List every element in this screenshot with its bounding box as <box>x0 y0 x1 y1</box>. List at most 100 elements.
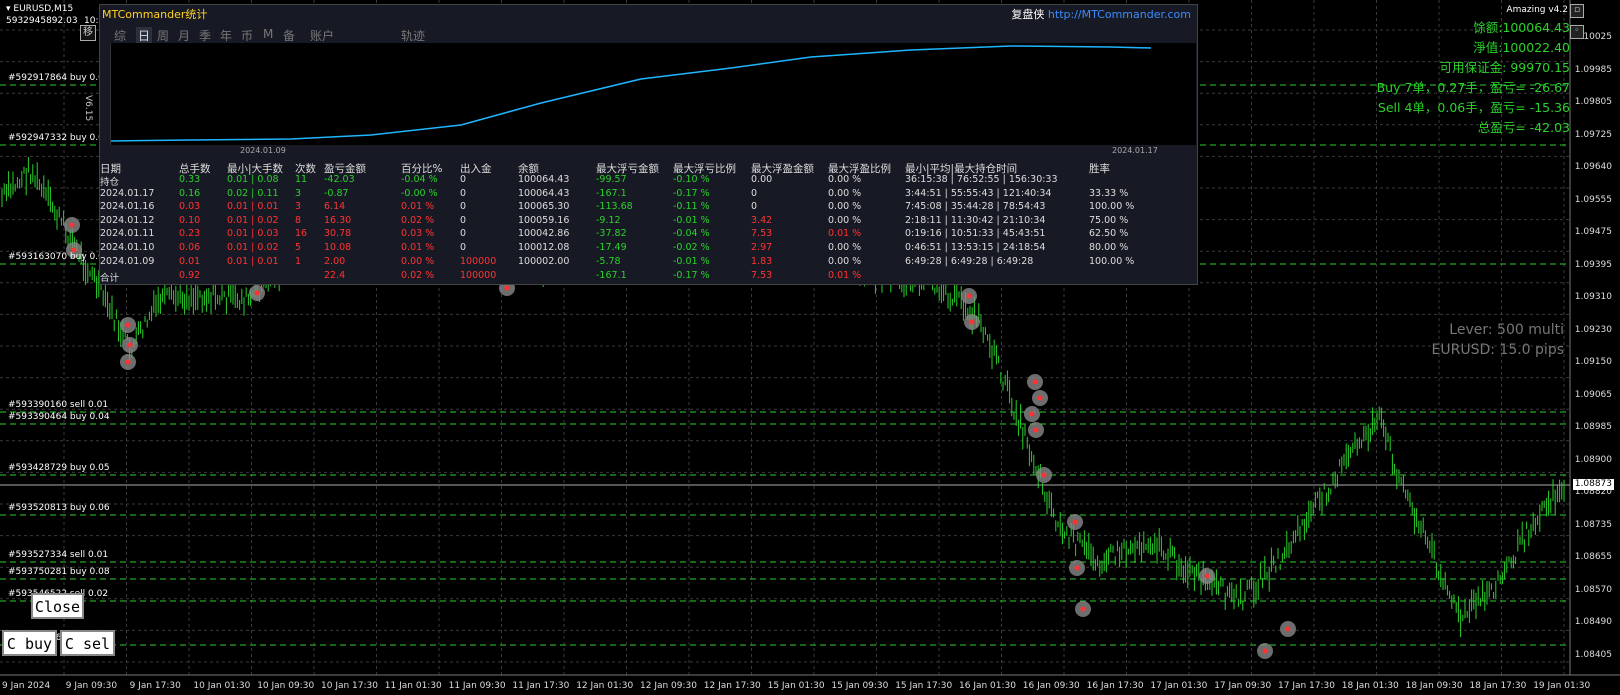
time-tick: 11 Jan 01:30 <box>384 681 442 691</box>
panel-tab[interactable]: 综 <box>114 27 126 44</box>
table-total-cell: 0.92 <box>179 270 201 282</box>
table-cell: 0.01 | 0.03 <box>227 228 279 240</box>
panel-tab[interactable]: M <box>263 27 273 41</box>
order-label: #593390464 buy 0.04 <box>8 412 110 422</box>
table-cell: 2:18:11 | 11:30:42 | 21:10:34 <box>905 214 1046 226</box>
total-pl: 总盈亏= -42.03 <box>1477 120 1570 135</box>
time-tick: 18 Jan 17:30 <box>1469 681 1527 691</box>
table-cell: -0.11 % <box>673 201 710 213</box>
time-tick: 16 Jan 09:30 <box>1022 681 1080 691</box>
buy-summary: Buy 7单，0.27手，盈亏= -26.67 <box>1376 80 1570 95</box>
spread-info: EURUSD: 15.0 pips <box>1431 342 1564 358</box>
table-cell: 0 <box>460 228 467 240</box>
price-tick: 1.09805 <box>1574 97 1612 107</box>
close-sell-button[interactable]: C sel <box>60 630 115 656</box>
table-cell: 0.02 % <box>401 214 435 226</box>
time-tick: 10 Jan 09:30 <box>257 681 315 691</box>
price-tick: 1.09310 <box>1574 292 1612 302</box>
table-cell: -0.02 % <box>673 242 710 253</box>
table-total-cell: -0.17 % <box>673 270 710 282</box>
panel-tab[interactable]: 备 <box>283 27 295 44</box>
panel-tab[interactable]: 账户 <box>310 27 334 44</box>
trade-marker-dot <box>1262 648 1268 654</box>
time-tick: 9 Jan 17:30 <box>129 681 181 691</box>
table-total-cell: 100000 <box>460 270 497 282</box>
table-cell: 2024.01.11 <box>100 228 155 240</box>
account-id: 5932945892.03 <box>6 16 78 26</box>
curve-end-date: 2024.01.17 <box>1112 146 1158 155</box>
sell-summary: Sell 4单，0.06手，盈亏= -15.36 <box>1377 100 1570 115</box>
close-buy-button[interactable]: C buy <box>2 630 57 656</box>
table-cell: 0.03 % <box>401 228 435 240</box>
settings-icon[interactable]: ◦ <box>1570 25 1584 39</box>
statistics-panel: MTCommander统计 复盘侠 http://MTCommander.com… <box>99 4 1198 285</box>
panel-tab[interactable]: 月 <box>178 27 190 44</box>
table-cell: 0:46:51 | 13:53:15 | 24:18:54 <box>905 242 1046 253</box>
price-tick: 1.09395 <box>1574 259 1612 270</box>
panel-tab[interactable]: 年 <box>220 27 232 44</box>
table-cell: -0.04 % <box>401 174 438 185</box>
move-panel-button[interactable]: 移 <box>80 25 96 41</box>
table-cell: 100012.08 <box>518 242 570 253</box>
close-all-button[interactable]: Close <box>31 593 84 619</box>
free-margin: 可用保证金: 99970.15 <box>1439 60 1570 75</box>
indicator-name: Amazing v4.2 <box>1506 5 1568 15</box>
panel-tab[interactable]: 周 <box>157 27 169 44</box>
table-cell: 30.78 <box>324 228 352 240</box>
table-cell: 7.53 <box>751 228 773 240</box>
time-tick: 10 Jan 17:30 <box>321 681 378 691</box>
table-cell: 0 <box>751 187 758 199</box>
table-cell: 2024.01.09 <box>100 255 155 267</box>
trade-marker-dot <box>969 319 975 325</box>
panel-tab[interactable]: 轨迹 <box>401 27 425 44</box>
table-cell: 2024.01.17 <box>100 187 155 199</box>
time-tick: 12 Jan 09:30 <box>640 681 697 691</box>
table-cell: 100.00 % <box>1089 201 1135 213</box>
table-cell: 0.01 | 0.01 <box>227 255 279 267</box>
trade-marker-dot <box>125 322 131 328</box>
price-tick: 1.08405 <box>1574 649 1612 660</box>
table-header: 胜率 <box>1089 163 1110 175</box>
table-cell: 100064.43 <box>518 174 570 185</box>
panel-brand[interactable]: 复盘侠 http://MTCommander.com <box>1011 6 1191 22</box>
price-tick: 1.09555 <box>1574 194 1612 205</box>
order-label: #592947332 buy 0.01 <box>8 133 110 143</box>
price-tick: 1.08655 <box>1574 552 1612 562</box>
table-cell: 1 <box>295 255 302 267</box>
price-tick: 1.08985 <box>1574 422 1612 432</box>
price-tick: 1.09230 <box>1574 324 1612 335</box>
panel-tab[interactable]: 币 <box>241 27 253 44</box>
table-cell: 16 <box>295 228 308 240</box>
table-cell: 3 <box>295 201 302 213</box>
table-cell: -0.10 % <box>673 174 710 185</box>
panel-tab[interactable]: 季 <box>199 27 211 44</box>
order-label: #593390160 sell 0.01 <box>8 400 109 410</box>
table-cell: 0 <box>460 201 467 213</box>
table-cell: -0.00 % <box>401 187 438 199</box>
time-tick: 19 Jan 01:30 <box>1533 681 1591 691</box>
table-cell: -9.12 <box>596 214 621 226</box>
time-tick: 17 Jan 17:30 <box>1278 681 1335 691</box>
table-total-cell: 0.02 % <box>401 270 435 282</box>
table-cell: -17.49 <box>596 242 627 253</box>
table-cell: 0.02 | 0.11 <box>227 187 279 199</box>
table-cell: 10.08 <box>324 242 352 253</box>
time-tick: 17 Jan 09:30 <box>1214 681 1272 691</box>
table-cell: 8 <box>295 214 302 226</box>
time-tick: 11 Jan 09:30 <box>448 681 506 691</box>
table-cell: 0 <box>460 242 467 253</box>
minimize-icon[interactable]: ▫ <box>1570 4 1584 18</box>
trade-marker-dot <box>127 342 133 348</box>
trade-marker-dot <box>504 285 510 291</box>
time-tick: 17 Jan 01:30 <box>1150 681 1208 691</box>
table-cell: 0.00 % <box>828 174 862 185</box>
table-cell: 0:19:16 | 10:51:33 | 45:43:51 <box>905 228 1046 240</box>
price-tick: 1.09985 <box>1574 64 1612 75</box>
panel-tab[interactable]: 日 <box>136 27 153 44</box>
table-cell: 0.00 % <box>828 187 862 199</box>
table-cell: 16.30 <box>324 214 352 226</box>
table-total-cell: 22.4 <box>324 270 346 282</box>
table-cell: 6.14 <box>324 201 346 213</box>
table-cell: -5.78 <box>596 255 621 267</box>
time-tick: 12 Jan 01:30 <box>576 681 634 691</box>
